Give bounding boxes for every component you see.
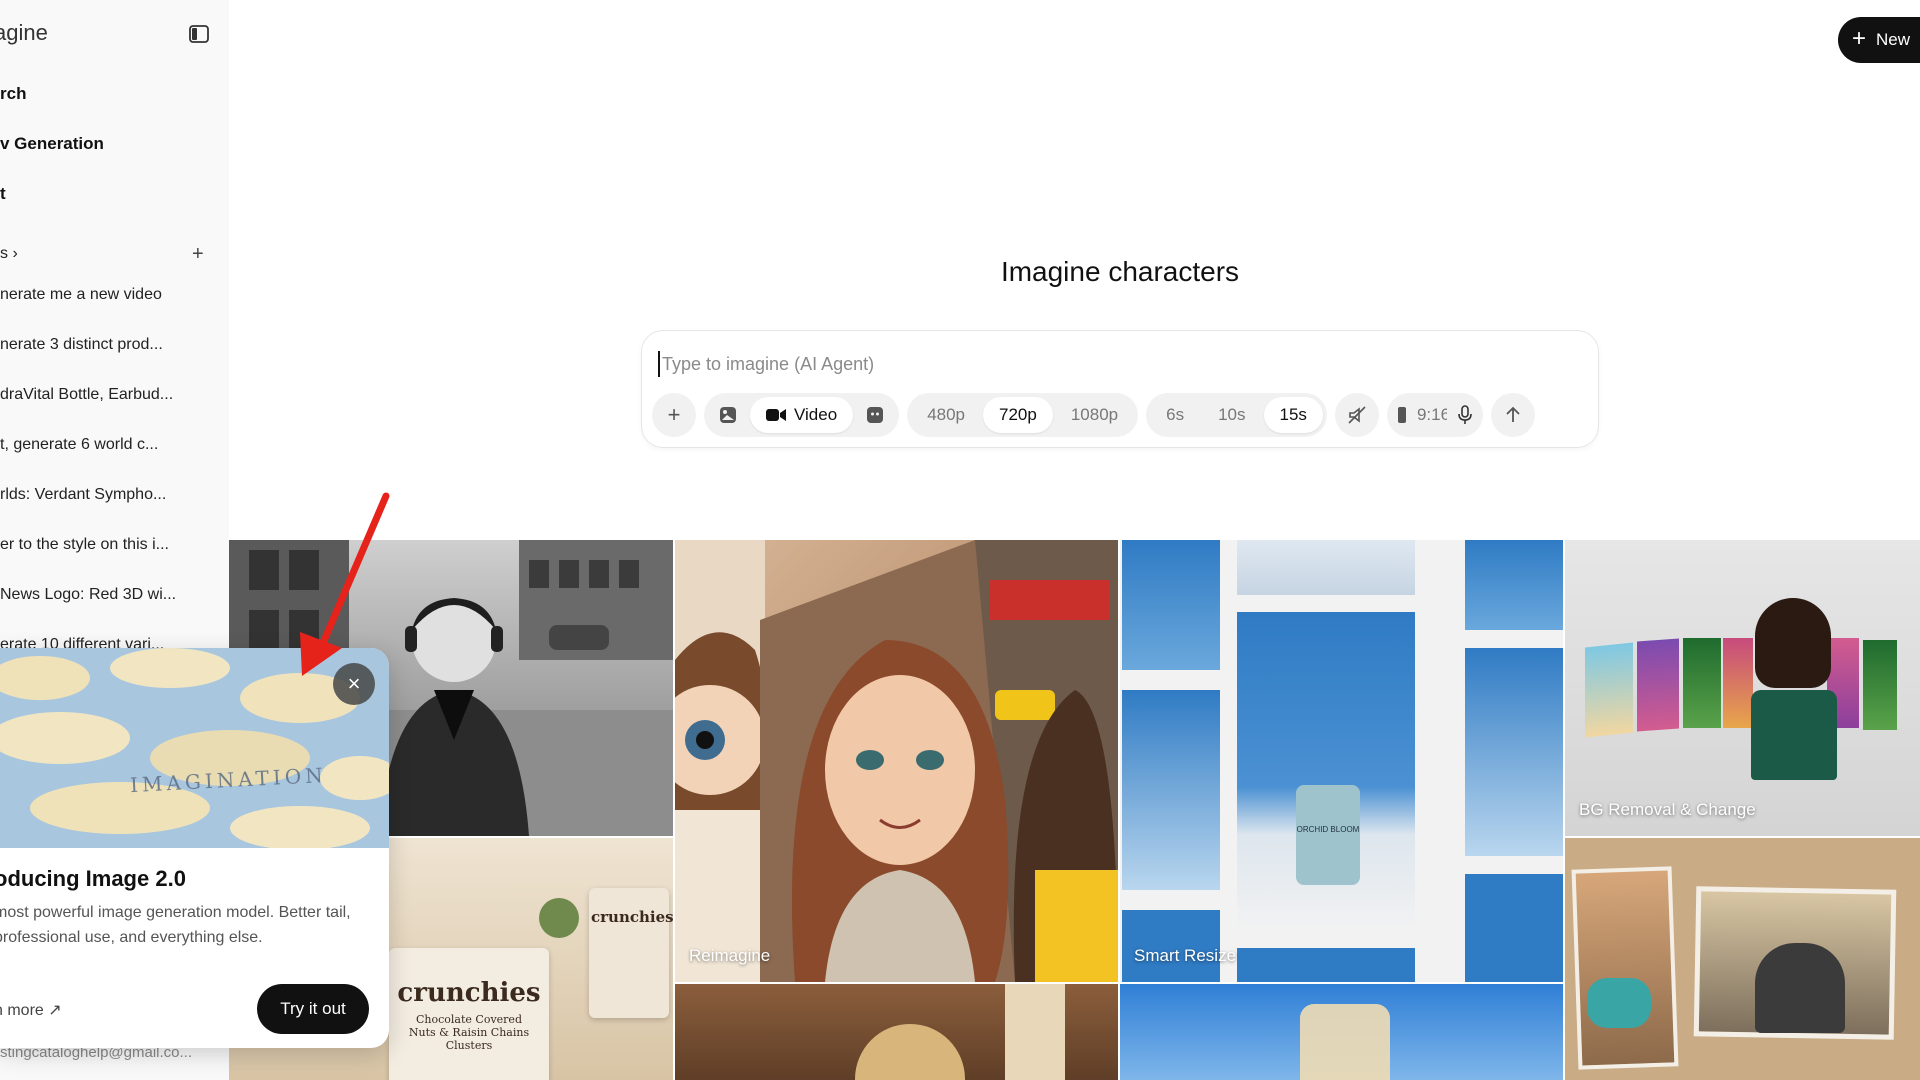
orchid-jar-label: ORCHID BLOOM bbox=[1296, 825, 1360, 834]
history-item[interactable]: rlds: Verdant Sympho... bbox=[0, 486, 190, 504]
bg-card-6 bbox=[1863, 640, 1897, 730]
history-item[interactable]: draVital Bottle, Earbud... bbox=[0, 386, 190, 404]
plant-pot bbox=[539, 898, 579, 938]
crunchies-brand-text-small: crunchies bbox=[591, 908, 673, 926]
page-title: Imagine characters bbox=[1000, 256, 1240, 287]
collage-photo-1 bbox=[1571, 866, 1679, 1070]
collage-people bbox=[1755, 943, 1845, 1033]
duration-15s[interactable]: 15s bbox=[1263, 397, 1323, 433]
bg-card-3 bbox=[1683, 638, 1721, 728]
crunchies-brand-text: crunchies bbox=[397, 978, 541, 1008]
resize-variant-7 bbox=[1465, 648, 1563, 856]
sidebar-item-chat[interactable]: t bbox=[0, 184, 6, 204]
window-light bbox=[1005, 984, 1065, 1080]
plus-icon: + bbox=[667, 402, 681, 427]
crunchies-subtitle-text: Chocolate Covered Nuts & Raisin Chains C… bbox=[408, 1013, 530, 1052]
portrait-hair bbox=[855, 1024, 965, 1080]
prompt-composer: + Video 480p 720p 1080p 6s 10s 15s bbox=[641, 330, 1599, 448]
history-item[interactable]: er to the style on this i... bbox=[0, 536, 190, 554]
duration-6s[interactable]: 6s bbox=[1150, 397, 1200, 433]
aspect-voice-group: 9:16 bbox=[1386, 393, 1483, 437]
prompt-input[interactable] bbox=[658, 351, 1558, 377]
reimagine-label: Reimagine bbox=[689, 946, 771, 965]
new-button[interactable]: + New bbox=[1838, 17, 1920, 63]
history-item[interactable]: nerate me a new video bbox=[0, 286, 190, 304]
mode-video-button[interactable]: Video bbox=[750, 397, 854, 433]
popup-description: most powerful image generation model. Be… bbox=[0, 904, 351, 946]
speaker-muted-icon bbox=[1348, 406, 1366, 424]
scooter bbox=[1587, 978, 1651, 1028]
orchid-jar bbox=[1296, 785, 1360, 885]
sidebar-toggle-icon[interactable] bbox=[188, 23, 210, 45]
bg-removal-label: BG Removal & Change bbox=[1579, 800, 1756, 819]
plus-icon: + bbox=[1852, 25, 1867, 52]
mode-image-button[interactable] bbox=[708, 397, 748, 433]
video-camera-icon bbox=[766, 409, 786, 421]
bg-person-dress bbox=[1751, 690, 1837, 780]
reimagine-image bbox=[675, 540, 1118, 982]
gallery-tile-perfume[interactable] bbox=[1120, 984, 1563, 1080]
gallery-tile-bg-removal[interactable]: BG Removal & Change bbox=[1565, 540, 1920, 836]
popup-title: oducing Image 2.0 bbox=[0, 866, 186, 891]
sidebar-item-new-generation[interactable]: v Generation bbox=[0, 134, 104, 154]
gallery-tile-reimagine[interactable]: Reimagine bbox=[675, 540, 1118, 982]
resize-variant-2 bbox=[1122, 690, 1220, 890]
resize-variant-8 bbox=[1465, 874, 1563, 982]
avatar-icon bbox=[867, 407, 884, 423]
announcement-popup: IMAGINATION × oducing Image 2.0 most pow… bbox=[0, 648, 389, 1048]
perfume-bottle bbox=[1300, 1004, 1390, 1080]
annotation-arrow-icon bbox=[300, 492, 390, 676]
mode-avatar-button[interactable] bbox=[855, 397, 895, 433]
learn-more-link[interactable]: n more ↗ bbox=[0, 1000, 62, 1020]
duration-selector: 6s 10s 15s bbox=[1146, 393, 1327, 437]
try-it-out-button[interactable]: Try it out bbox=[257, 984, 369, 1034]
submit-button[interactable] bbox=[1490, 393, 1535, 437]
mode-video-label: Video bbox=[794, 405, 838, 424]
gallery-tile-smart-resize[interactable]: ORCHID BLOOM Smart Resize bbox=[1120, 540, 1563, 982]
history-item[interactable]: News Logo: Red 3D wi... bbox=[0, 586, 190, 604]
add-attachment-button[interactable]: + bbox=[652, 393, 696, 437]
gallery-tile-restaurant-portrait[interactable] bbox=[675, 984, 1118, 1080]
resolution-480p[interactable]: 480p bbox=[911, 397, 981, 433]
resolution-selector: 480p 720p 1080p bbox=[907, 393, 1139, 437]
resolution-1080p[interactable]: 1080p bbox=[1055, 397, 1134, 433]
bg-card-2 bbox=[1637, 638, 1679, 732]
app-title: agine bbox=[0, 20, 48, 45]
gallery-tile-collage[interactable] bbox=[1565, 838, 1920, 1080]
history-item[interactable]: t, generate 6 world c... bbox=[0, 436, 190, 454]
bg-card-4 bbox=[1723, 638, 1753, 728]
new-button-label: New bbox=[1876, 30, 1911, 49]
history-item[interactable]: nerate 3 distinct prod... bbox=[0, 336, 190, 354]
resize-variant-6 bbox=[1465, 540, 1563, 630]
resolution-720p[interactable]: 720p bbox=[983, 397, 1053, 433]
bg-card-1 bbox=[1585, 642, 1633, 738]
sidebar-item-search[interactable]: rch bbox=[0, 84, 26, 104]
image-icon bbox=[720, 407, 736, 423]
composer-toolbar: + Video 480p 720p 1080p 6s 10s 15s 9:16 bbox=[652, 393, 1535, 437]
duration-10s[interactable]: 10s bbox=[1202, 397, 1261, 433]
aspect-ratio-label[interactable]: 9:16 bbox=[1417, 405, 1447, 425]
arrow-up-icon bbox=[1506, 406, 1520, 422]
resize-variant-1 bbox=[1122, 540, 1220, 670]
microphone-icon[interactable] bbox=[1457, 405, 1473, 425]
resize-variant-5 bbox=[1237, 948, 1415, 982]
portrait-ratio-icon bbox=[1397, 407, 1406, 423]
smart-resize-label: Smart Resize bbox=[1134, 946, 1237, 965]
mode-selector: Video bbox=[704, 393, 900, 437]
bg-person-hair bbox=[1755, 598, 1831, 688]
sound-toggle-button[interactable] bbox=[1334, 393, 1379, 437]
resize-variant-4 bbox=[1237, 540, 1415, 595]
